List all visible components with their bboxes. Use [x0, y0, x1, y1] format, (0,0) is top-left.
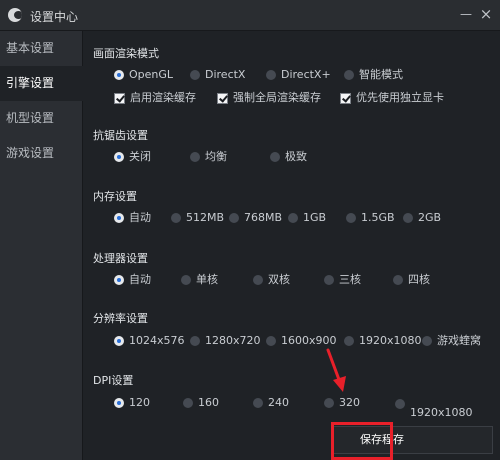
radio-icon — [253, 275, 263, 285]
close-button[interactable]: × — [478, 6, 494, 22]
radio-selected-icon — [114, 152, 124, 162]
radio-icon — [324, 275, 334, 285]
checkbox-checked-icon — [217, 92, 228, 104]
radio-icon — [190, 70, 200, 80]
dpi-option-1920x1080[interactable]: 1920x1080 — [395, 399, 473, 419]
sidebar: 基本设置 引擎设置 机型设置 游戏设置 — [0, 31, 83, 460]
radio-icon — [346, 213, 356, 223]
cpu-option-dual[interactable]: 双核 — [253, 272, 290, 288]
radio-selected-icon — [114, 336, 124, 346]
dpi-option-160[interactable]: 160 — [183, 395, 219, 411]
radio-icon — [344, 70, 354, 80]
cpu-option-triple[interactable]: 三核 — [324, 272, 361, 288]
radio-icon — [395, 399, 405, 409]
minimize-button[interactable]: — — [458, 6, 474, 22]
radio-icon — [181, 275, 191, 285]
render-option-smart[interactable]: 智能模式 — [344, 67, 403, 83]
aa-option-off[interactable]: 关闭 — [114, 149, 151, 165]
render-mode-title: 画面渲染模式 — [93, 47, 159, 60]
render-option-directx-plus[interactable]: DirectX+ — [266, 67, 331, 83]
radio-icon — [229, 213, 239, 223]
red-highlight-box — [331, 422, 393, 460]
memory-option-1-5gb[interactable]: 1.5GB — [346, 210, 395, 226]
render-option-directx[interactable]: DirectX — [190, 67, 245, 83]
memory-option-auto[interactable]: 自动 — [114, 210, 151, 226]
checkbox-checked-icon — [114, 92, 125, 104]
resolution-option-game[interactable]: 游戏蝰窝 — [422, 333, 481, 349]
radio-selected-icon — [114, 275, 124, 285]
checkbox-render-cache[interactable]: 启用渲染缓存 — [114, 90, 196, 106]
checkbox-force-global-cache[interactable]: 强制全局渲染缓存 — [217, 90, 321, 106]
radio-icon — [253, 398, 263, 408]
radio-icon — [344, 336, 354, 346]
resolution-option-1920x1080[interactable]: 1920x1080 — [344, 333, 422, 349]
cpu-option-auto[interactable]: 自动 — [114, 272, 151, 288]
radio-icon — [393, 275, 403, 285]
app-logo-icon — [8, 8, 22, 22]
cpu-title: 处理器设置 — [93, 252, 148, 265]
radio-selected-icon — [114, 70, 124, 80]
render-option-opengl[interactable]: OpenGL — [114, 67, 173, 83]
radio-icon — [190, 336, 200, 346]
sidebar-item-engine[interactable]: 引擎设置 — [0, 66, 83, 101]
dpi-option-320[interactable]: 320 — [324, 395, 360, 411]
radio-selected-icon — [114, 213, 124, 223]
resolution-option-1600x900[interactable]: 1600x900 — [266, 333, 337, 349]
window-title: 设置中心 — [30, 10, 79, 24]
settings-panel: 画面渲染模式 OpenGL DirectX DirectX+ 智能模式 启用渲染… — [83, 31, 500, 460]
resolution-option-1024x576[interactable]: 1024x576 — [114, 333, 185, 349]
dpi-option-120[interactable]: 120 — [114, 395, 150, 411]
resolution-title: 分辨率设置 — [93, 312, 148, 325]
radio-icon — [403, 213, 413, 223]
radio-icon — [183, 398, 193, 408]
dpi-title: DPI设置 — [93, 374, 134, 387]
memory-option-768mb[interactable]: 768MB — [229, 210, 282, 226]
radio-icon — [190, 152, 200, 162]
sidebar-item-game[interactable]: 游戏设置 — [0, 136, 82, 171]
aa-option-extreme[interactable]: 极致 — [270, 149, 307, 165]
title-bar: 设置中心 — × — [0, 0, 500, 31]
memory-option-2gb[interactable]: 2GB — [403, 210, 441, 226]
antialiasing-title: 抗锯齿设置 — [93, 129, 148, 142]
radio-icon — [266, 70, 276, 80]
radio-icon — [422, 336, 432, 346]
sidebar-item-basic[interactable]: 基本设置 — [0, 31, 82, 66]
radio-icon — [171, 213, 181, 223]
sidebar-item-model[interactable]: 机型设置 — [0, 101, 82, 136]
radio-icon — [270, 152, 280, 162]
cpu-option-single[interactable]: 单核 — [181, 272, 218, 288]
memory-title: 内存设置 — [93, 190, 137, 203]
radio-icon — [288, 213, 298, 223]
radio-icon — [266, 336, 276, 346]
checkbox-checked-icon — [340, 92, 351, 104]
checkbox-dedicated-gpu[interactable]: 优先使用独立显卡 — [340, 90, 444, 106]
cpu-option-quad[interactable]: 四核 — [393, 272, 430, 288]
radio-icon — [324, 398, 334, 408]
dpi-option-240[interactable]: 240 — [253, 395, 289, 411]
radio-selected-icon — [114, 398, 124, 408]
resolution-option-1280x720[interactable]: 1280x720 — [190, 333, 261, 349]
memory-option-1gb[interactable]: 1GB — [288, 210, 326, 226]
aa-option-balanced[interactable]: 均衡 — [190, 149, 227, 165]
memory-option-512mb[interactable]: 512MB — [171, 210, 224, 226]
